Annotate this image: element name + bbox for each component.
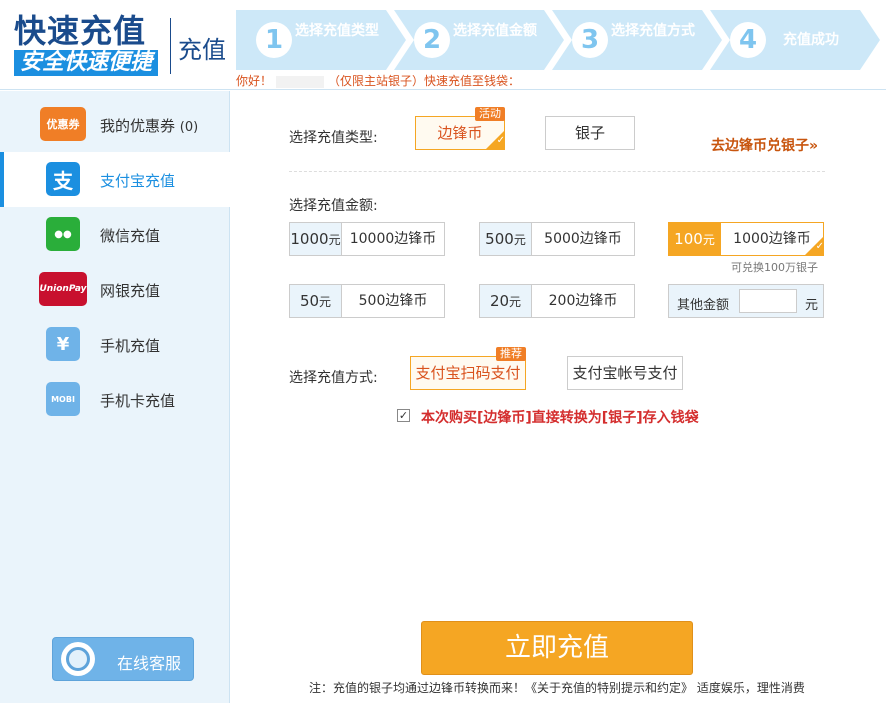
other-amount-unit: 元: [805, 298, 819, 313]
brand-logo: 快速充值 安全快速便捷: [14, 14, 164, 76]
sidebar-item-unionpay[interactable]: UnionPay 网银充值: [0, 262, 230, 317]
step-4-number: 4: [730, 22, 766, 58]
step-2-label: 选择充值金额: [453, 23, 537, 39]
convert-option[interactable]: ✓ 本次购买[边锋币]直接转换为[银子]存入钱袋: [397, 407, 699, 427]
progress-steps: 1 选择充值类型 2 选择充值金额 3 选择充值方式 4 充值成功: [236, 10, 880, 70]
phone-card-icon: MOBI: [46, 382, 80, 416]
username-placeholder: [276, 75, 325, 88]
other-amount-input[interactable]: [739, 289, 797, 313]
step-3-number: 3: [572, 22, 608, 58]
header: 快速充值 安全快速便捷 充值 1 选择充值类型 2 选择充值金额 3 选择充值方…: [0, 0, 886, 90]
method-option-alipay-account[interactable]: 支付宝帐号支付: [567, 356, 683, 390]
amount-option-1000[interactable]: 1000元 10000边锋币: [289, 222, 445, 256]
headset-icon: [61, 642, 95, 676]
method-option-alipay-qr[interactable]: 支付宝扫码支付 推荐: [410, 347, 526, 390]
other-amount-label: 其他金额: [677, 298, 730, 313]
sidebar-item-label: 我的优惠券 (0): [100, 117, 199, 135]
type-label: 选择充值类型:: [289, 130, 378, 146]
amount-option-100[interactable]: 100元 1000边锋币: [668, 222, 824, 256]
sidebar-item-label: 网银充值: [100, 282, 161, 300]
coupon-icon: 优惠券: [40, 107, 86, 141]
other-amount: 其他金额 元: [668, 284, 824, 318]
submit-recharge-button[interactable]: 立即充值: [421, 621, 693, 675]
step-4: 4 充值成功: [710, 10, 880, 70]
alipay-icon: 支: [46, 162, 80, 196]
activity-badge: 活动: [475, 107, 505, 121]
step-4-label: 充值成功: [783, 32, 839, 48]
sidebar: 优惠券 我的优惠券 (0) 支 支付宝充值 ●● 微信充值 UnionPay 网…: [0, 91, 230, 703]
step-1: 1 选择充值类型: [236, 10, 406, 70]
amount-label: 选择充值金额:: [289, 198, 378, 214]
online-service-button[interactable]: 在线客服: [52, 637, 194, 681]
coupon-count: (0): [179, 120, 199, 135]
brand-title: 快速充值: [14, 12, 147, 50]
sidebar-item-label: 手机充值: [100, 337, 161, 355]
wechat-icon: ●●: [46, 217, 80, 251]
step-3-label: 选择充值方式: [611, 23, 695, 39]
brand-recharge-label: 充值: [178, 36, 226, 64]
type-option-silver[interactable]: 银子: [545, 116, 635, 150]
selected-check-icon: [486, 131, 505, 149]
selected-check-icon: [805, 237, 824, 255]
amount-option-500[interactable]: 500元 5000边锋币: [479, 222, 635, 256]
exchange-note: 可兑换100万银子: [731, 261, 818, 274]
footer-note: 注：充值的银子均通过边锋币转换而来！《关于充值的特别提示和约定》 适度娱乐，理性…: [309, 681, 805, 695]
amount-option-50[interactable]: 50元 500边锋币: [289, 284, 445, 318]
sidebar-item-wechat[interactable]: ●● 微信充值: [0, 207, 230, 262]
sidebar-item-phone-card[interactable]: MOBI 手机卡充值: [0, 372, 230, 427]
exchange-silver-link[interactable]: 去边锋币兑银子»: [711, 135, 818, 155]
brand-subtitle: 安全快速便捷: [14, 50, 159, 76]
step-1-number: 1: [256, 22, 292, 58]
convert-text: 本次购买[边锋币]直接转换为[银子]存入钱袋: [421, 410, 699, 426]
step-2-number: 2: [414, 22, 450, 58]
sidebar-item-label: 手机卡充值: [100, 392, 176, 410]
main-panel: 选择充值类型: 边锋币 活动 银子 去边锋币兑银子» 选择充值金额: 1000元…: [231, 91, 886, 703]
divider: [289, 171, 825, 172]
brand-divider: [170, 18, 171, 74]
step-3: 3 选择充值方式: [552, 10, 722, 70]
recommend-badge: 推荐: [496, 347, 526, 361]
online-service-label: 在线客服: [117, 654, 182, 673]
sidebar-item-label: 微信充值: [100, 227, 161, 245]
convert-checkbox[interactable]: ✓: [397, 409, 410, 422]
sidebar-item-alipay[interactable]: 支 支付宝充值: [0, 152, 230, 207]
step-1-label: 选择充值类型: [295, 23, 379, 39]
greeting-suffix: （仅限主站银子）快速充值至钱袋：: [328, 74, 521, 88]
unionpay-icon: UnionPay: [39, 272, 87, 306]
method-label: 选择充值方式:: [289, 370, 378, 386]
phone-icon: ¥: [46, 327, 80, 361]
greeting: 你好！ （仅限主站银子）快速充值至钱袋：: [236, 72, 520, 89]
greeting-prefix: 你好！: [236, 74, 273, 88]
sidebar-item-label: 支付宝充值: [100, 172, 176, 190]
amount-option-20[interactable]: 20元 200边锋币: [479, 284, 635, 318]
sidebar-item-phone[interactable]: ¥ 手机充值: [0, 317, 230, 372]
sidebar-item-coupons[interactable]: 优惠券 我的优惠券 (0): [0, 97, 230, 152]
step-2: 2 选择充值金额: [394, 10, 564, 70]
type-option-bianfeng-coin[interactable]: 边锋币 活动: [415, 107, 505, 150]
